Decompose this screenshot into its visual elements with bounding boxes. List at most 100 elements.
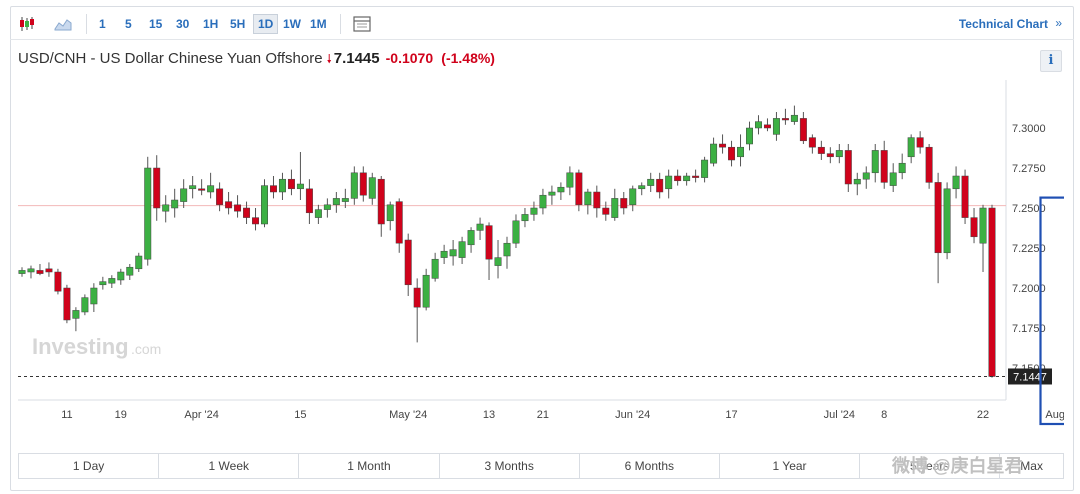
candle[interactable] [728,140,736,167]
candle[interactable] [521,208,529,228]
range-1-week[interactable]: 1 Week [159,454,300,478]
candle[interactable] [871,144,879,183]
candle[interactable] [350,166,358,205]
interval-1[interactable]: 1 [95,14,110,34]
candle[interactable] [710,137,718,167]
candle[interactable] [763,118,771,132]
candle[interactable] [189,176,197,199]
candle[interactable] [835,144,843,164]
range-1-day[interactable]: 1 Day [19,454,160,478]
candle[interactable] [916,131,924,154]
info-button[interactable]: i [1040,50,1062,72]
candle[interactable] [153,155,161,221]
candle[interactable] [719,134,727,154]
candle[interactable] [198,179,206,196]
chart-layout-icon[interactable] [350,14,374,34]
range-1-year[interactable]: 1 Year [720,454,861,478]
candle[interactable] [701,156,709,183]
candle[interactable] [737,134,745,167]
double-chevron-right-icon[interactable]: » [1055,16,1062,30]
interval-30[interactable]: 30 [172,14,193,34]
candle[interactable] [36,264,44,276]
candle[interactable] [862,166,870,189]
candle[interactable] [467,227,475,253]
candle[interactable] [72,307,80,332]
candle[interactable] [593,185,601,218]
candle[interactable] [332,192,340,213]
candle[interactable] [880,140,888,189]
candle[interactable] [252,208,260,231]
candle[interactable] [431,252,439,282]
candle[interactable] [296,152,304,200]
candle[interactable] [27,265,35,279]
candle[interactable] [754,115,762,135]
candle[interactable] [539,188,547,215]
candle[interactable] [494,240,502,279]
candle[interactable] [584,188,592,215]
candle[interactable] [647,172,655,192]
range-6-months[interactable]: 6 Months [580,454,720,478]
interval-15[interactable]: 15 [145,14,166,34]
candle[interactable] [359,166,367,202]
candle[interactable] [269,176,277,199]
candle[interactable] [557,182,565,200]
candle[interactable] [404,233,412,296]
candle[interactable] [674,169,682,186]
candle[interactable] [458,236,466,264]
interval-1m[interactable]: 1M [306,14,331,34]
candle[interactable] [162,195,170,223]
candle[interactable] [243,201,251,224]
candle[interactable] [81,294,89,316]
candle[interactable] [826,147,834,164]
interval-1h[interactable]: 1H [199,14,222,34]
candle[interactable] [171,188,179,218]
candle[interactable] [117,268,125,285]
candle[interactable] [799,112,807,144]
candlestick-icon[interactable] [16,14,38,34]
interval-5h[interactable]: 5H [226,14,249,34]
candle[interactable] [485,222,493,280]
candle[interactable] [54,268,62,295]
candle[interactable] [503,236,511,269]
candle[interactable] [323,198,331,218]
candle[interactable] [575,169,583,212]
candle[interactable] [287,169,295,196]
candle[interactable] [934,172,942,284]
candle[interactable] [512,214,520,248]
candle[interactable] [781,108,789,125]
candle[interactable] [548,185,556,205]
candle[interactable] [305,179,313,224]
interval-1w[interactable]: 1W [279,14,305,34]
candle[interactable] [889,163,897,192]
candle[interactable] [817,140,825,160]
candle[interactable] [225,192,233,215]
candle[interactable] [422,268,430,311]
candle[interactable] [692,169,700,183]
candle[interactable] [440,244,448,264]
candle[interactable] [108,275,116,288]
candle[interactable] [90,283,98,312]
candle[interactable] [126,264,134,280]
candle[interactable] [216,182,224,212]
candle[interactable] [772,112,780,141]
candle[interactable] [135,252,143,272]
candle[interactable] [63,284,71,324]
candle[interactable] [952,166,960,199]
candle[interactable] [278,172,286,200]
candle[interactable] [844,144,852,192]
candle[interactable] [853,172,861,196]
candle[interactable] [638,182,646,196]
candle[interactable] [377,176,385,237]
interval-5[interactable]: 5 [121,14,136,34]
candle[interactable] [629,185,637,212]
candle[interactable] [449,240,457,266]
candle[interactable] [620,192,628,215]
candlestick-chart[interactable]: Investing .com7.30007.27507.25007.22507.2… [18,80,1080,435]
candle[interactable] [925,144,933,189]
candle[interactable] [234,195,242,218]
candle[interactable] [386,201,394,231]
candle[interactable] [790,105,798,125]
candle[interactable] [144,156,152,266]
interval-1d[interactable]: 1D [253,14,279,34]
candle[interactable] [566,166,574,196]
